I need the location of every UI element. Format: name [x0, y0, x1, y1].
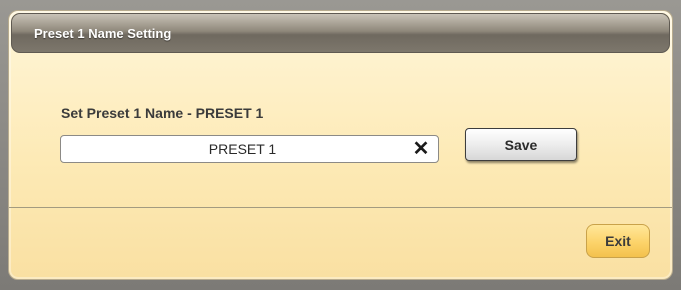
dialog-titlebar: Preset 1 Name Setting [11, 13, 670, 53]
preset-name-dialog: Preset 1 Name Setting Set Preset 1 Name … [8, 10, 673, 280]
preset-name-label: Set Preset 1 Name - PRESET 1 [61, 105, 264, 121]
divider [9, 207, 672, 208]
close-icon[interactable]: ✕ [412, 139, 430, 159]
exit-button[interactable]: Exit [586, 224, 650, 258]
preset-name-input[interactable] [61, 136, 406, 162]
preset-name-field: ✕ [60, 135, 439, 163]
save-button[interactable]: Save [465, 128, 577, 161]
dialog-title: Preset 1 Name Setting [34, 26, 172, 41]
